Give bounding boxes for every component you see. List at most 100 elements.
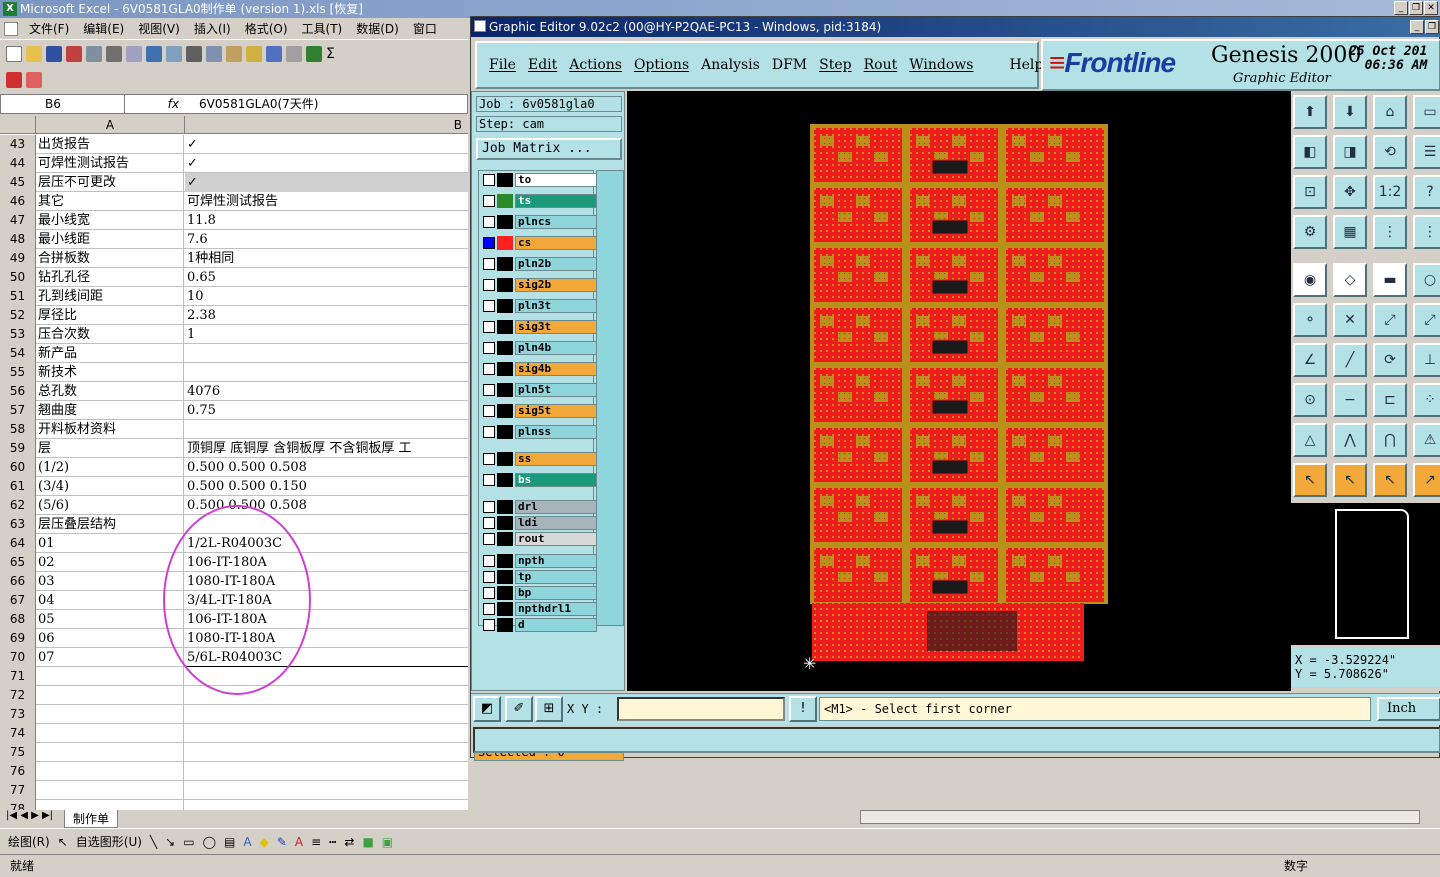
tool-home-icon[interactable]: ⌂ (1373, 95, 1407, 129)
wordart-icon[interactable]: A (243, 835, 251, 849)
sheet-tab-zhizuodan[interactable]: 制作单 (64, 810, 119, 828)
layer-checkbox[interactable] (483, 174, 495, 186)
layer-name[interactable]: rout (515, 532, 597, 546)
tool-center-icon[interactable]: ✥ (1333, 175, 1367, 209)
cell-b[interactable]: 0.500 0.500 0.150 (185, 477, 468, 496)
layer-color-swatch[interactable] (497, 425, 513, 439)
snap-grid-icon[interactable]: ⊞ (535, 696, 563, 722)
menu-actions[interactable]: Actions (563, 57, 628, 73)
3d-icon[interactable]: ▣ (382, 835, 393, 849)
menu-insert[interactable]: 插入(I) (187, 20, 238, 37)
layer-checkbox[interactable] (483, 363, 495, 375)
tool-left-icon[interactable]: ◧ (1293, 135, 1327, 169)
layer-color-swatch[interactable] (497, 383, 513, 397)
layer-name[interactable]: to (515, 173, 597, 187)
autoshapes-menu[interactable]: 自选图形(U) (76, 833, 142, 850)
layer-color-swatch[interactable] (497, 500, 513, 514)
layer-checkbox[interactable] (483, 619, 495, 631)
layer-color-swatch[interactable] (497, 473, 513, 487)
cell-b[interactable] (185, 420, 468, 439)
cell-a[interactable]: 钻孔孔径 (36, 268, 184, 287)
layer-checkbox[interactable] (483, 237, 495, 249)
row-number[interactable]: 56 (0, 382, 36, 401)
layer-row-sig4b[interactable]: sig4b (481, 362, 597, 376)
document-icon[interactable] (4, 21, 18, 36)
layer-color-swatch[interactable] (497, 299, 513, 313)
cut-icon[interactable] (186, 46, 202, 62)
layer-checkbox[interactable] (483, 603, 495, 615)
layer-scrollbar[interactable] (596, 170, 624, 626)
layer-row-rout[interactable]: rout (481, 532, 597, 546)
layer-row-npthdrl1[interactable]: npthdrl1 (481, 602, 597, 616)
cell-b[interactable] (185, 800, 468, 810)
tool-pointer4-icon[interactable]: ↗ (1413, 463, 1440, 497)
cell-b[interactable]: 0.75 (185, 401, 468, 420)
tool-rotate-icon[interactable]: ⟲ (1373, 135, 1407, 169)
row-number[interactable]: 74 (0, 724, 36, 743)
cell-a[interactable]: 合拼板数 (36, 249, 184, 268)
new-icon[interactable] (6, 46, 22, 62)
tool-cluster-icon[interactable]: ⁘ (1413, 383, 1440, 417)
layer-color-swatch[interactable] (497, 257, 513, 271)
row-number[interactable]: 45 (0, 173, 36, 192)
restore-button[interactable]: ❐ (1409, 1, 1423, 15)
layer-row-pln2b[interactable]: pln2b (481, 257, 597, 271)
cell-a[interactable] (36, 743, 184, 762)
layer-color-swatch[interactable] (497, 173, 513, 187)
layer-name[interactable]: ss (515, 452, 597, 466)
horizontal-scrollbar[interactable] (860, 810, 1420, 824)
menu-format[interactable]: 格式(O) (238, 20, 295, 37)
layer-checkbox[interactable] (483, 453, 495, 465)
overview-map[interactable] (1291, 503, 1440, 645)
tool-shape-icon[interactable]: ◇ (1333, 263, 1367, 297)
hyperlink-icon[interactable] (306, 46, 322, 62)
cell-a[interactable]: (1/2) (36, 458, 184, 477)
tool-pointer2-icon[interactable]: ↖ (1333, 463, 1367, 497)
cell-a[interactable]: 翘曲度 (36, 401, 184, 420)
tool-list-icon[interactable]: ☰ (1413, 135, 1440, 169)
cell-a[interactable] (36, 762, 184, 781)
layer-name[interactable]: pln3t (515, 299, 597, 313)
tool-link-icon[interactable]: ⤢ (1413, 303, 1440, 337)
layer-name[interactable]: npth (515, 554, 597, 568)
row-number[interactable]: 72 (0, 686, 36, 705)
tool-help-icon[interactable]: ? (1413, 175, 1440, 209)
row-number[interactable]: 52 (0, 306, 36, 325)
arrow-icon[interactable]: ↘ (165, 835, 175, 849)
print-preview-icon[interactable] (126, 46, 142, 62)
arrow-style-icon[interactable]: ⇄ (344, 835, 354, 849)
layer-color-swatch[interactable] (497, 194, 513, 208)
cell-a[interactable]: 新产品 (36, 344, 184, 363)
layer-checkbox[interactable] (483, 384, 495, 396)
layer-row-plnss[interactable]: plnss (481, 425, 597, 439)
tab-scroll-arrows[interactable]: |◀ ◀ ▶ ▶| (6, 810, 53, 821)
tool-pointer-icon[interactable]: ↖ (1293, 463, 1327, 497)
row-number[interactable]: 78 (0, 800, 36, 810)
tool-split-icon[interactable]: ⊥ (1413, 343, 1440, 377)
row-number[interactable]: 43 (0, 135, 36, 154)
textbox-icon[interactable]: ▤ (224, 835, 235, 849)
autosum-icon[interactable]: Σ (326, 46, 335, 62)
redo-icon[interactable] (286, 46, 302, 62)
layer-checkbox[interactable] (483, 533, 495, 545)
layer-name[interactable]: npthdrl1 (515, 602, 597, 616)
cell-a[interactable]: (3/4) (36, 477, 184, 496)
menu-tools[interactable]: 工具(T) (295, 20, 350, 37)
cell-b[interactable]: 10 (185, 287, 468, 306)
tool-top-icon[interactable]: ⬆ (1293, 95, 1327, 129)
row-number[interactable]: 77 (0, 781, 36, 800)
copy-icon[interactable] (206, 46, 222, 62)
cell-a[interactable] (36, 781, 184, 800)
menu-step[interactable]: Step (813, 57, 857, 73)
layer-checkbox[interactable] (483, 195, 495, 207)
spelling-icon[interactable] (146, 46, 162, 62)
layer-checkbox[interactable] (483, 321, 495, 333)
cell-a[interactable]: 厚径比 (36, 306, 184, 325)
row-number[interactable]: 65 (0, 553, 36, 572)
research-icon[interactable] (166, 46, 182, 62)
menu-rout[interactable]: Rout (858, 57, 904, 73)
cell-a[interactable] (36, 724, 184, 743)
layer-checkbox[interactable] (483, 571, 495, 583)
tool-ratio-icon[interactable]: 1:2 (1373, 175, 1407, 209)
layer-row-to[interactable]: to (481, 173, 597, 187)
